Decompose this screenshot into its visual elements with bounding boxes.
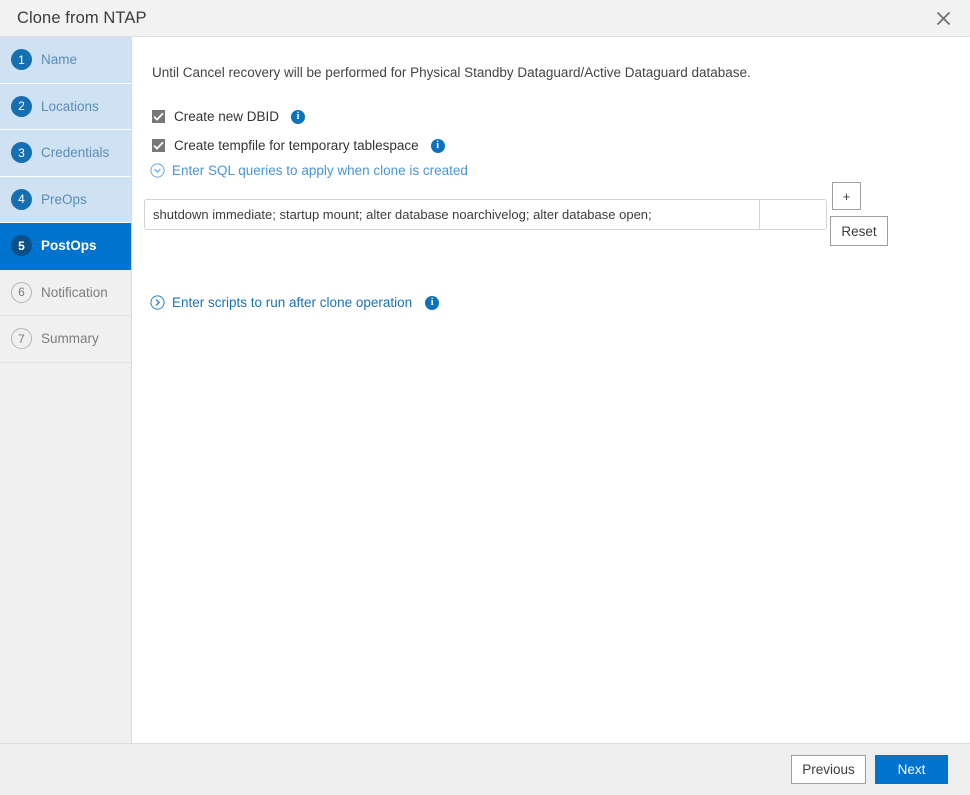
- postops-panel: Until Cancel recovery will be performed …: [132, 37, 970, 743]
- sidebar-item-notification[interactable]: 6 Notification: [0, 269, 131, 316]
- step-number-badge: 3: [11, 142, 32, 164]
- chevron-right-circle-icon: [150, 295, 165, 310]
- sidebar-item-label: Credentials: [41, 145, 110, 161]
- sidebar-item-label: PreOps: [41, 191, 87, 207]
- create-new-dbid-row: Create new DBID i: [152, 109, 306, 124]
- step-number-badge: 1: [11, 49, 32, 71]
- create-new-dbid-checkbox[interactable]: [152, 110, 165, 123]
- sidebar-item-credentials[interactable]: 3 Credentials: [0, 130, 131, 177]
- next-button[interactable]: Next: [875, 755, 948, 784]
- sidebar-item-label: Summary: [41, 331, 99, 347]
- sql-query-field[interactable]: [144, 199, 827, 230]
- sidebar-item-label: Notification: [41, 284, 108, 300]
- post-clone-scripts-expander[interactable]: Enter scripts to run after clone operati…: [150, 295, 440, 310]
- sql-query-row: [144, 199, 827, 230]
- step-number-badge: 7: [11, 328, 32, 350]
- create-tempfile-row: Create tempfile for temporary tablespace…: [152, 138, 445, 153]
- post-clone-scripts-label: Enter scripts to run after clone operati…: [172, 295, 413, 310]
- clone-wizard-dialog: Clone from NTAP 1 Name 2 Locations 3 Cre…: [0, 0, 970, 795]
- step-number-badge: 6: [11, 281, 32, 303]
- step-number-badge: 5: [11, 235, 32, 257]
- close-icon[interactable]: [930, 5, 956, 31]
- sql-query-secondary-cell[interactable]: [759, 200, 826, 229]
- info-icon[interactable]: i: [425, 295, 440, 310]
- reset-sql-query-button[interactable]: Reset: [830, 216, 888, 246]
- sidebar-item-name[interactable]: 1 Name: [0, 37, 131, 84]
- previous-button[interactable]: Previous: [791, 755, 866, 784]
- step-number-badge: 2: [11, 95, 32, 117]
- sql-queries-expander[interactable]: Enter SQL queries to apply when clone is…: [150, 163, 468, 178]
- sidebar-item-postops[interactable]: 5 PostOps: [0, 223, 131, 270]
- dialog-footer: Previous Next: [0, 743, 970, 795]
- sidebar-item-label: Name: [41, 52, 78, 68]
- create-tempfile-label: Create tempfile for temporary tablespace: [174, 138, 419, 153]
- sidebar-item-summary[interactable]: 7 Summary: [0, 316, 131, 363]
- dialog-title: Clone from NTAP: [17, 8, 147, 27]
- sql-queries-expander-label: Enter SQL queries to apply when clone is…: [172, 163, 468, 178]
- step-number-badge: 4: [11, 188, 32, 210]
- sql-query-actions: + Reset: [830, 182, 902, 246]
- sidebar-item-label: Locations: [41, 98, 99, 114]
- info-icon[interactable]: i: [291, 109, 306, 124]
- sidebar-item-label: PostOps: [41, 238, 97, 254]
- add-sql-query-button[interactable]: +: [832, 182, 861, 210]
- chevron-down-circle-icon: [150, 163, 165, 178]
- sql-query-input[interactable]: [145, 200, 759, 229]
- create-new-dbid-label: Create new DBID: [174, 109, 280, 124]
- info-icon[interactable]: i: [430, 138, 445, 153]
- wizard-step-sidebar: 1 Name 2 Locations 3 Credentials 4 PreOp…: [0, 37, 132, 743]
- dialog-body: 1 Name 2 Locations 3 Credentials 4 PreOp…: [0, 37, 970, 743]
- create-tempfile-checkbox[interactable]: [152, 139, 165, 152]
- dialog-titlebar: Clone from NTAP: [0, 0, 970, 37]
- sidebar-item-locations[interactable]: 2 Locations: [0, 83, 131, 130]
- sidebar-item-preops[interactable]: 4 PreOps: [0, 176, 131, 223]
- recovery-info-text: Until Cancel recovery will be performed …: [152, 65, 751, 80]
